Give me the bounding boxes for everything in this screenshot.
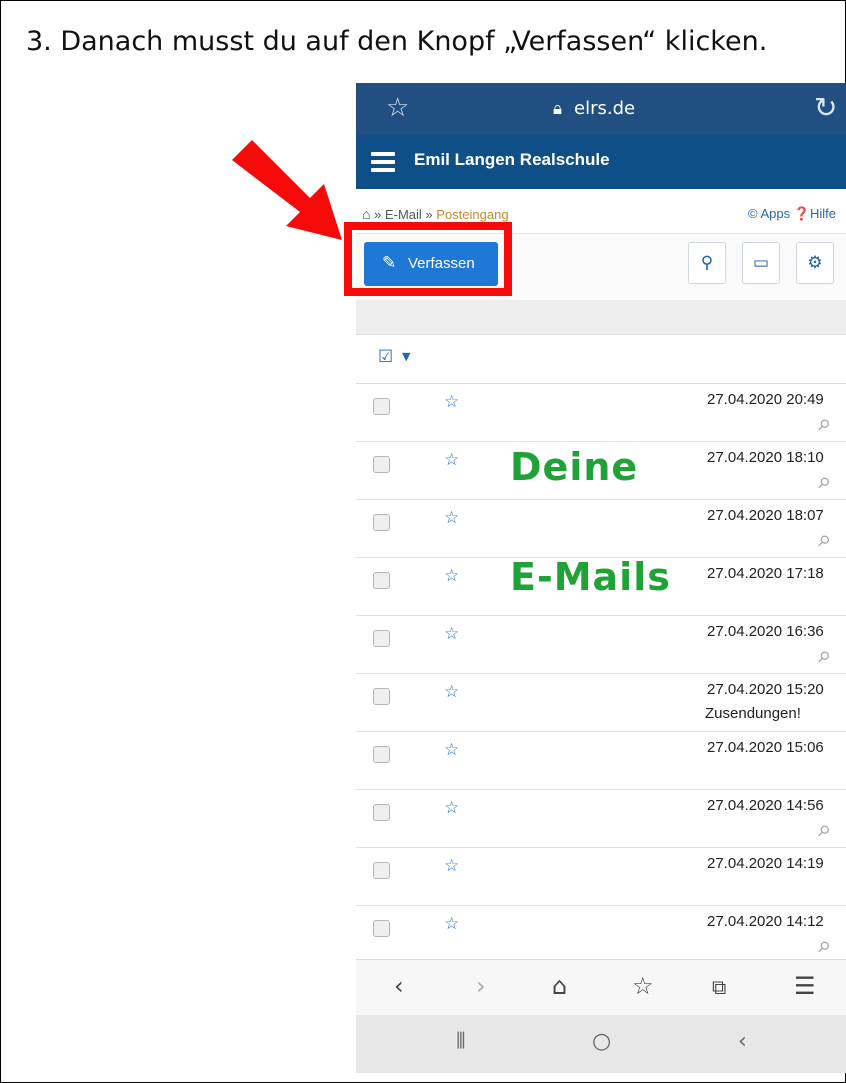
message-row[interactable]: ☆ 27.04.2020 15:20 Zusendungen! [356, 674, 846, 732]
message-date: 27.04.2020 14:12 [707, 913, 824, 930]
star-icon[interactable]: ☆ [444, 392, 459, 412]
overlay-text-emails: E-Mails [510, 555, 671, 599]
highlight-box [344, 222, 512, 296]
help-link[interactable]: Hilfe [810, 206, 836, 221]
system-nav-bar: ⦀ ○ ‹ [356, 1015, 846, 1073]
breadcrumb-inbox[interactable]: Posteingang [436, 207, 508, 222]
mailbox-button[interactable]: ▭ [742, 242, 780, 284]
message-row[interactable]: ☆ 27.04.2020 14:19 [356, 848, 846, 906]
breadcrumb-separator: » [374, 207, 382, 222]
tabs-icon[interactable]: ⧉ [712, 975, 726, 999]
inbox-icon: ▭ [752, 253, 770, 273]
bookmark-star-icon[interactable]: ☆ [386, 93, 409, 123]
message-row[interactable]: ☆ 27.04.2020 14:12 ⚲ [356, 906, 846, 964]
star-icon[interactable]: ☆ [444, 566, 459, 586]
lock-icon: 🔒︎ [553, 99, 563, 119]
row-checkbox[interactable] [373, 456, 390, 473]
home-icon[interactable]: ⌂ [362, 206, 370, 222]
star-icon[interactable]: ☆ [444, 450, 459, 470]
back-icon[interactable]: ‹ [394, 972, 404, 1000]
message-subject: Zusendungen! [705, 705, 801, 722]
recents-icon[interactable]: ⦀ [456, 1029, 466, 1054]
breadcrumb-separator: » [425, 207, 433, 222]
list-header-bar [356, 300, 846, 335]
row-checkbox[interactable] [373, 862, 390, 879]
breadcrumb-email[interactable]: E-Mail [385, 207, 422, 222]
attachment-icon: ⚲ [813, 936, 834, 958]
back-icon[interactable]: ‹ [738, 1029, 747, 1054]
menu-icon[interactable]: ☰ [794, 972, 816, 1000]
star-icon[interactable]: ☆ [444, 856, 459, 876]
select-all-row: ☑ ▼ [356, 335, 846, 384]
settings-button[interactable]: ⚙ [796, 242, 834, 284]
row-checkbox[interactable] [373, 514, 390, 531]
row-checkbox[interactable] [373, 398, 390, 415]
message-date: 27.04.2020 14:19 [707, 855, 824, 872]
apps-icon: © [748, 206, 758, 221]
overlay-text-deine: Deine [510, 445, 639, 489]
message-date: 27.04.2020 15:06 [707, 739, 824, 756]
message-row[interactable]: ☆ 27.04.2020 15:06 [356, 732, 846, 790]
search-button[interactable]: ⚲ [688, 242, 726, 284]
message-row[interactable]: ☆ 27.04.2020 20:49 ⚲ [356, 384, 846, 442]
star-icon[interactable]: ☆ [444, 798, 459, 818]
breadcrumb: ⌂ » E-Mail » Posteingang [362, 206, 509, 222]
site-title[interactable]: Emil Langen Realschule [414, 150, 610, 170]
star-icon[interactable]: ☆ [444, 740, 459, 760]
apps-link[interactable]: Apps [761, 206, 791, 221]
forward-icon[interactable]: › [476, 972, 486, 1000]
red-arrow-icon [232, 140, 342, 240]
reload-icon[interactable]: ↻ [814, 91, 837, 124]
url-text[interactable]: elrs.de [574, 98, 635, 119]
select-all-icon[interactable]: ☑ [378, 347, 393, 367]
message-row[interactable]: ☆ 27.04.2020 16:36 ⚲ [356, 616, 846, 674]
row-checkbox[interactable] [373, 746, 390, 763]
row-checkbox[interactable] [373, 688, 390, 705]
attachment-icon: ⚲ [813, 820, 834, 842]
home-button-icon[interactable]: ○ [592, 1029, 611, 1054]
message-date: 27.04.2020 17:18 [707, 565, 824, 582]
search-icon: ⚲ [700, 253, 714, 273]
row-checkbox[interactable] [373, 630, 390, 647]
help-icon: ❓ [793, 206, 810, 221]
bookmarks-icon[interactable]: ☆ [632, 972, 654, 1000]
row-checkbox[interactable] [373, 920, 390, 937]
attachment-icon: ⚲ [813, 414, 834, 436]
menu-icon[interactable] [371, 152, 395, 172]
message-date: 27.04.2020 18:07 [707, 507, 824, 524]
message-date: 27.04.2020 20:49 [707, 391, 824, 408]
message-date: 27.04.2020 18:10 [707, 449, 824, 466]
star-icon[interactable]: ☆ [444, 624, 459, 644]
row-checkbox[interactable] [373, 804, 390, 821]
message-date: 27.04.2020 15:20 [707, 681, 824, 698]
attachment-icon: ⚲ [813, 646, 834, 668]
message-date: 27.04.2020 16:36 [707, 623, 824, 640]
message-row[interactable]: ☆ 27.04.2020 18:07 ⚲ [356, 500, 846, 558]
star-icon[interactable]: ☆ [444, 682, 459, 702]
row-checkbox[interactable] [373, 572, 390, 589]
attachment-icon: ⚲ [813, 530, 834, 552]
star-icon[interactable]: ☆ [444, 914, 459, 934]
site-header: Emil Langen Realschule [356, 135, 846, 189]
home-icon[interactable]: ⌂ [552, 972, 567, 1000]
message-date: 27.04.2020 14:56 [707, 797, 824, 814]
browser-url-bar: ☆ 🔒︎ elrs.de ↻ [356, 83, 846, 135]
apps-help-links: © Apps ❓Hilfe [748, 206, 836, 222]
instruction-text: 3. Danach musst du auf den Knopf „Verfas… [26, 26, 768, 57]
attachment-icon: ⚲ [813, 472, 834, 494]
message-row[interactable]: ☆ 27.04.2020 14:56 ⚲ [356, 790, 846, 848]
gear-icon: ⚙ [807, 253, 823, 273]
caret-down-icon[interactable]: ▼ [402, 350, 410, 363]
browser-bottom-nav: ‹ › ⌂ ☆ ⧉ ☰ [356, 959, 846, 1016]
star-icon[interactable]: ☆ [444, 508, 459, 528]
